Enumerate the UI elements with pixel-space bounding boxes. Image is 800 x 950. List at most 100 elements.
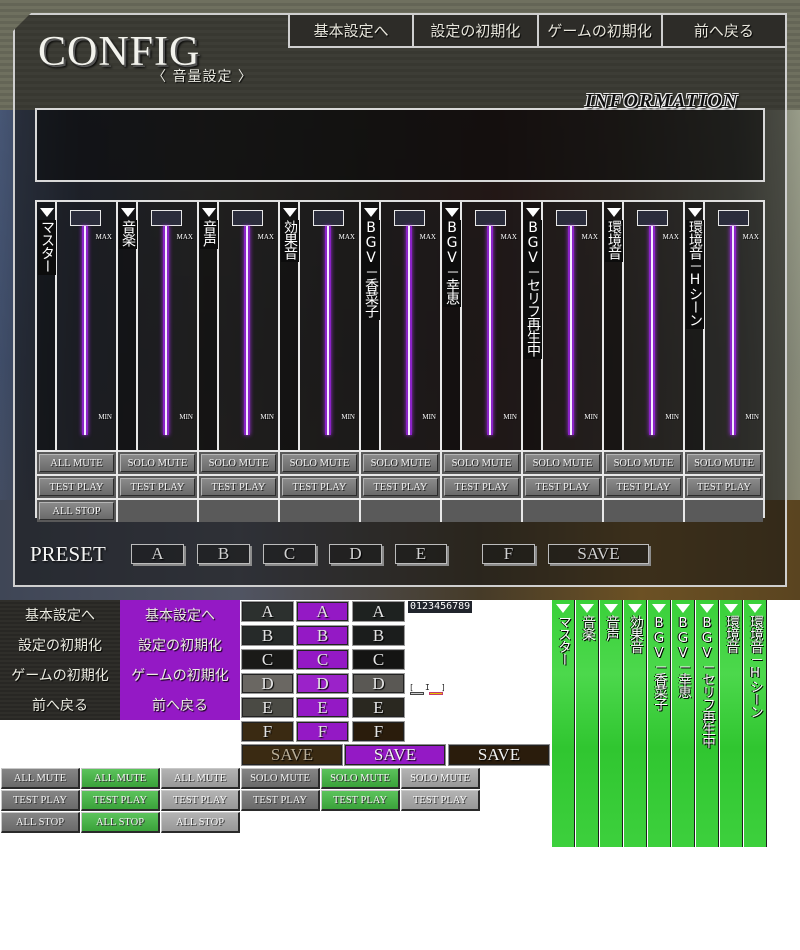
page-subtitle: 〈 音量設定 〉 — [152, 69, 253, 85]
volume-slider-core — [651, 226, 653, 435]
all-stop-sprite: ALL STOP — [1, 812, 80, 833]
solo-mute-button[interactable]: SOLO MUTE — [363, 454, 438, 472]
volume-value-box — [232, 210, 263, 226]
channel-label-strip[interactable]: 環境音 — [604, 202, 624, 450]
all-mute-button[interactable]: ALL MUTE — [39, 454, 114, 472]
config-screen: CONFIG 〈 音量設定 〉 基本設定へ 設定の初期化 ゲームの初期化 前へ戻… — [0, 0, 800, 600]
reset-game-button[interactable]: ゲームの初期化 — [538, 15, 663, 46]
dropdown-triangle-icon — [700, 604, 714, 613]
marker-bar-active — [429, 692, 443, 695]
preset-c-button[interactable]: C — [263, 544, 316, 564]
test-play-button[interactable]: TEST PLAY — [444, 478, 519, 496]
channel-name: 環境音－Hシーン — [747, 615, 763, 718]
button-cell: TEST PLAY — [199, 476, 280, 498]
solo-mute-button[interactable]: SOLO MUTE — [201, 454, 276, 472]
stop-row: ALL STOP — [37, 498, 763, 522]
min-label: MIN — [260, 413, 274, 421]
min-label: MIN — [665, 413, 679, 421]
channel-name: 効果音 — [627, 615, 643, 653]
test-play-button[interactable]: TEST PLAY — [282, 478, 357, 496]
solo-mute-button[interactable]: SOLO MUTE — [282, 454, 357, 472]
reset-settings-button[interactable]: 設定の初期化 — [414, 15, 539, 46]
channel-name: 環境音 — [605, 220, 623, 262]
channel-name: 効果音 — [281, 220, 299, 262]
dropdown-triangle-icon[interactable] — [526, 208, 540, 217]
test-play-button[interactable]: TEST PLAY — [120, 478, 195, 496]
solo-mute-button[interactable]: SOLO MUTE — [525, 454, 600, 472]
channel-label-strip[interactable]: 効果音 — [280, 202, 300, 450]
dropdown-triangle-icon[interactable] — [445, 208, 459, 217]
button-cell: SOLO MUTE — [361, 452, 442, 474]
channel-label-sprites: マスター 音楽 音声 効果音 BGV－香菜子 BGV－幸恵 BGV－セリフ再生中 環境音 環境音… — [552, 600, 768, 847]
letter-sprite-normal: B — [241, 625, 294, 646]
min-label: MIN — [98, 413, 112, 421]
dropdown-triangle-icon[interactable] — [202, 208, 216, 217]
max-label: MAX — [581, 233, 598, 241]
volume-slider-core — [570, 226, 572, 435]
dropdown-triangle-icon[interactable] — [283, 208, 297, 217]
nav-sprite-item: ゲームの初期化 — [11, 668, 109, 684]
nav-sprites: 基本設定へ 設定の初期化 ゲームの初期化 前へ戻る 基本設定へ 設定の初期化 ゲ… — [0, 600, 240, 720]
all-stop-sprite-disabled: ALL STOP — [161, 812, 240, 833]
dropdown-triangle-icon — [748, 604, 762, 613]
dropdown-triangle-icon[interactable] — [121, 208, 135, 217]
preset-f-button[interactable]: F — [482, 544, 535, 564]
test-play-button[interactable]: TEST PLAY — [363, 478, 438, 496]
channel-label-strip[interactable]: BGV－セリフ再生中 — [523, 202, 543, 450]
dropdown-triangle-icon[interactable] — [688, 208, 702, 217]
channel-label-sprite: BGV－幸恵 — [672, 600, 695, 847]
dropdown-triangle-icon — [676, 604, 690, 613]
preset-d-button[interactable]: D — [329, 544, 382, 564]
volume-slider-core — [327, 226, 329, 435]
channel-label-strip[interactable]: 音楽 — [118, 202, 138, 450]
test-play-sprite: TEST PLAY — [1, 790, 80, 811]
channel-name: BGV－セリフ再生中 — [699, 615, 715, 748]
channel-label-strip[interactable]: マスター — [37, 202, 57, 450]
channel-label-strip[interactable]: 音声 — [199, 202, 219, 450]
min-label: MIN — [584, 413, 598, 421]
nav-sprite-item: 前へ戻る — [152, 698, 208, 714]
nav-sprite-normal: 基本設定へ 設定の初期化 ゲームの初期化 前へ戻る — [0, 600, 120, 720]
test-play-button[interactable]: TEST PLAY — [39, 478, 114, 496]
letter-sprite-hover: A — [296, 601, 349, 622]
test-play-button[interactable]: TEST PLAY — [201, 478, 276, 496]
nav-sprite-item: ゲームの初期化 — [131, 668, 229, 684]
dropdown-triangle-icon[interactable] — [607, 208, 621, 217]
test-play-button[interactable]: TEST PLAY — [606, 478, 681, 496]
preset-save-button[interactable]: SAVE — [548, 544, 649, 564]
test-play-button[interactable]: TEST PLAY — [525, 478, 600, 496]
nav-sprite-item: 基本設定へ — [145, 608, 215, 624]
volume-slider-core — [165, 226, 167, 435]
solo-mute-button[interactable]: SOLO MUTE — [606, 454, 681, 472]
channel-strip: マスター MAX MIN — [37, 202, 118, 450]
channel-strip: 環境音 MAX MIN — [604, 202, 685, 450]
channel-label-strip[interactable]: 環境音－Hシーン — [685, 202, 705, 450]
marker-glyph: I — [425, 683, 430, 692]
button-cell: TEST PLAY — [118, 476, 199, 498]
solo-mute-button[interactable]: SOLO MUTE — [120, 454, 195, 472]
preset-e-button[interactable]: E — [395, 544, 447, 564]
channel-name: BGV－幸恵 — [443, 220, 461, 307]
solo-mute-button[interactable]: SOLO MUTE — [444, 454, 519, 472]
dropdown-triangle-icon[interactable] — [40, 208, 54, 217]
information-box — [35, 108, 765, 182]
all-stop-button[interactable]: ALL STOP — [39, 502, 114, 520]
preset-b-button[interactable]: B — [197, 544, 250, 564]
test-play-button[interactable]: TEST PLAY — [687, 478, 761, 496]
preset-label: PRESET — [30, 542, 106, 566]
button-cell: SOLO MUTE — [523, 452, 604, 474]
volume-slider-core — [84, 226, 86, 435]
volume-mixer: マスター MAX MIN 音楽 MAX MIN 音声 MAX MIN 効果音 MAX MIN BGV－香… — [35, 200, 765, 522]
basic-settings-button[interactable]: 基本設定へ — [290, 15, 415, 46]
min-label: MIN — [503, 413, 517, 421]
solo-mute-button[interactable]: SOLO MUTE — [687, 454, 761, 472]
channel-name: BGV－幸恵 — [675, 615, 691, 698]
channel-name: 環境音－Hシーン — [686, 220, 704, 329]
back-button[interactable]: 前へ戻る — [662, 15, 785, 46]
channel-label-strip[interactable]: BGV－幸恵 — [442, 202, 462, 450]
button-cell: SOLO MUTE — [118, 452, 199, 474]
preset-a-button[interactable]: A — [131, 544, 184, 564]
test-play-row: TEST PLAY TEST PLAY TEST PLAY TEST PLAY TEST… — [37, 474, 763, 498]
channel-label-strip[interactable]: BGV－香菜子 — [361, 202, 381, 450]
dropdown-triangle-icon[interactable] — [364, 208, 378, 217]
